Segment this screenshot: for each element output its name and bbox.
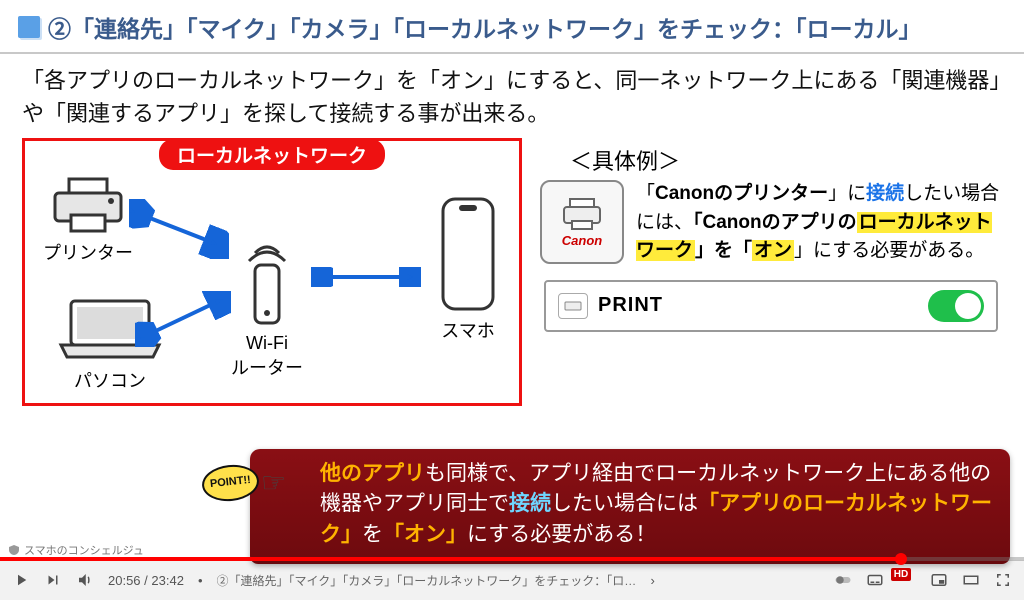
t: 「Canonのアプリの: [693, 212, 857, 233]
t: を: [362, 523, 383, 546]
title-bar: ②「連絡先」「マイク」「カメラ」「ローカルネットワーク」をチェック：「ローカル」: [0, 0, 1024, 54]
t: 」を「: [695, 240, 752, 261]
arrow-icon: [129, 199, 229, 259]
t: Canonのプリンター: [655, 183, 828, 204]
device-phone: スマホ: [435, 195, 501, 343]
channel-watermark[interactable]: スマホのコンシェルジュ: [8, 542, 144, 558]
arrow-icon: [311, 267, 421, 287]
example-text: 「Canonのプリンター」に接続したい場合には、「Canonのアプリのローカルネ…: [636, 180, 1002, 266]
canon-mini-icon: [558, 293, 588, 319]
arrow-icon: [135, 291, 231, 347]
main-row: ローカルネットワーク プリンター Wi-Fi ルーター: [0, 136, 1024, 406]
printer-label: プリンター: [43, 239, 133, 265]
play-button[interactable]: [12, 571, 30, 589]
laptop-label: パソコン: [55, 367, 165, 393]
t: 「オン」: [383, 523, 467, 546]
router-label-1: Wi-Fi: [225, 333, 309, 354]
example-row: Canon 「Canonのプリンター」に接続したい場合には、「Canonのアプリ…: [540, 180, 1002, 266]
t: 接続: [866, 183, 904, 204]
router-label-2: ルーター: [225, 354, 309, 380]
progress-bar[interactable]: [0, 557, 1024, 561]
captions-button[interactable]: [866, 571, 884, 589]
progress-scrubber[interactable]: [895, 553, 907, 565]
phone-label: スマホ: [435, 317, 501, 343]
t: に: [847, 183, 866, 204]
toggle-switch[interactable]: [928, 290, 984, 322]
point-bubble: POINT!!: [200, 462, 260, 504]
video-player-bar: 20:56 / 23:42 • ②「連絡先」「マイク」「カメラ」「ローカルネット…: [0, 560, 1024, 600]
point-banner: POINT!! ☞ 他のアプリも同様で、アプリ経由でローカルネットワーク上にある…: [250, 449, 1010, 564]
miniplayer-button[interactable]: [930, 571, 948, 589]
t: 」にする必要がある。: [794, 240, 984, 261]
next-button[interactable]: [44, 571, 62, 589]
chevron-right-icon[interactable]: ›: [651, 573, 655, 588]
printer-icon: [49, 175, 127, 237]
example-column: ＜具体例＞ Canon 「Canonのプリンター」に接続したい場合には、「Can…: [540, 138, 1002, 406]
router-icon: [225, 235, 309, 331]
app-brand: Canon: [562, 233, 602, 248]
printer-small-icon: [560, 197, 604, 231]
slide: ②「連絡先」「マイク」「カメラ」「ローカルネットワーク」をチェック：「ローカル」…: [0, 0, 1024, 600]
t: オン: [752, 240, 794, 261]
device-printer: プリンター: [43, 175, 133, 265]
time-current: 20:56: [108, 573, 141, 588]
autoplay-toggle[interactable]: [834, 571, 852, 589]
fullscreen-button[interactable]: [994, 571, 1012, 589]
slide-description: 「各アプリのローカルネットワーク」を「オン」にすると、同一ネットワーク上にある「…: [0, 54, 1024, 136]
t: にする必要がある！: [467, 523, 656, 546]
time-total: 23:42: [151, 573, 184, 588]
hd-badge: HD: [891, 568, 911, 581]
toggle-label: PRINT: [598, 294, 918, 317]
title-bullet-icon: [18, 16, 40, 38]
settings-button[interactable]: HD: [898, 571, 916, 589]
canon-app-icon: Canon: [540, 180, 624, 264]
volume-button[interactable]: [76, 571, 94, 589]
smartphone-icon: [435, 195, 501, 315]
theater-button[interactable]: [962, 571, 980, 589]
channel-name: スマホのコンシェルジュ: [24, 542, 144, 558]
device-router: Wi-Fi ルーター: [225, 235, 309, 380]
example-heading: ＜具体例＞: [570, 144, 1002, 176]
time-display: 20:56 / 23:42: [108, 573, 184, 588]
t: 接続: [509, 492, 551, 515]
slide-title: ②「連絡先」「マイク」「カメラ」「ローカルネットワーク」をチェック：「ローカル」: [48, 10, 922, 44]
print-toggle-row: PRINT: [544, 280, 998, 332]
t: 他のアプリ: [320, 462, 425, 485]
progress-played: [0, 557, 901, 561]
network-label: ローカルネットワーク: [159, 139, 385, 170]
t: したい場合には: [551, 492, 698, 515]
chapter-title[interactable]: ②「連絡先」「マイク」「カメラ」「ローカルネットワーク」をチェック：「ローカ…: [217, 572, 637, 589]
shield-icon: [8, 544, 20, 556]
chapter-separator: •: [198, 573, 203, 588]
point-badge: POINT!! ☞: [202, 463, 286, 504]
local-network-diagram: ローカルネットワーク プリンター Wi-Fi ルーター: [22, 138, 522, 406]
pointing-hand-icon: ☞: [261, 463, 286, 504]
